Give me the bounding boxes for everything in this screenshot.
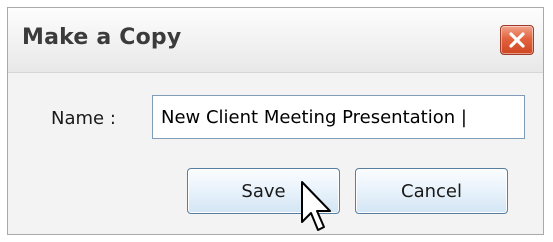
close-button[interactable]	[500, 25, 534, 55]
make-a-copy-dialog: Make a Copy Name : Save Cancel	[7, 7, 544, 235]
cancel-button[interactable]: Cancel	[355, 168, 508, 214]
name-input[interactable]	[152, 95, 525, 139]
close-icon	[509, 32, 525, 48]
dialog-title: Make a Copy	[22, 25, 182, 50]
title-bar: Make a Copy	[8, 8, 543, 73]
save-button[interactable]: Save	[187, 168, 340, 214]
name-label: Name :	[51, 108, 116, 129]
